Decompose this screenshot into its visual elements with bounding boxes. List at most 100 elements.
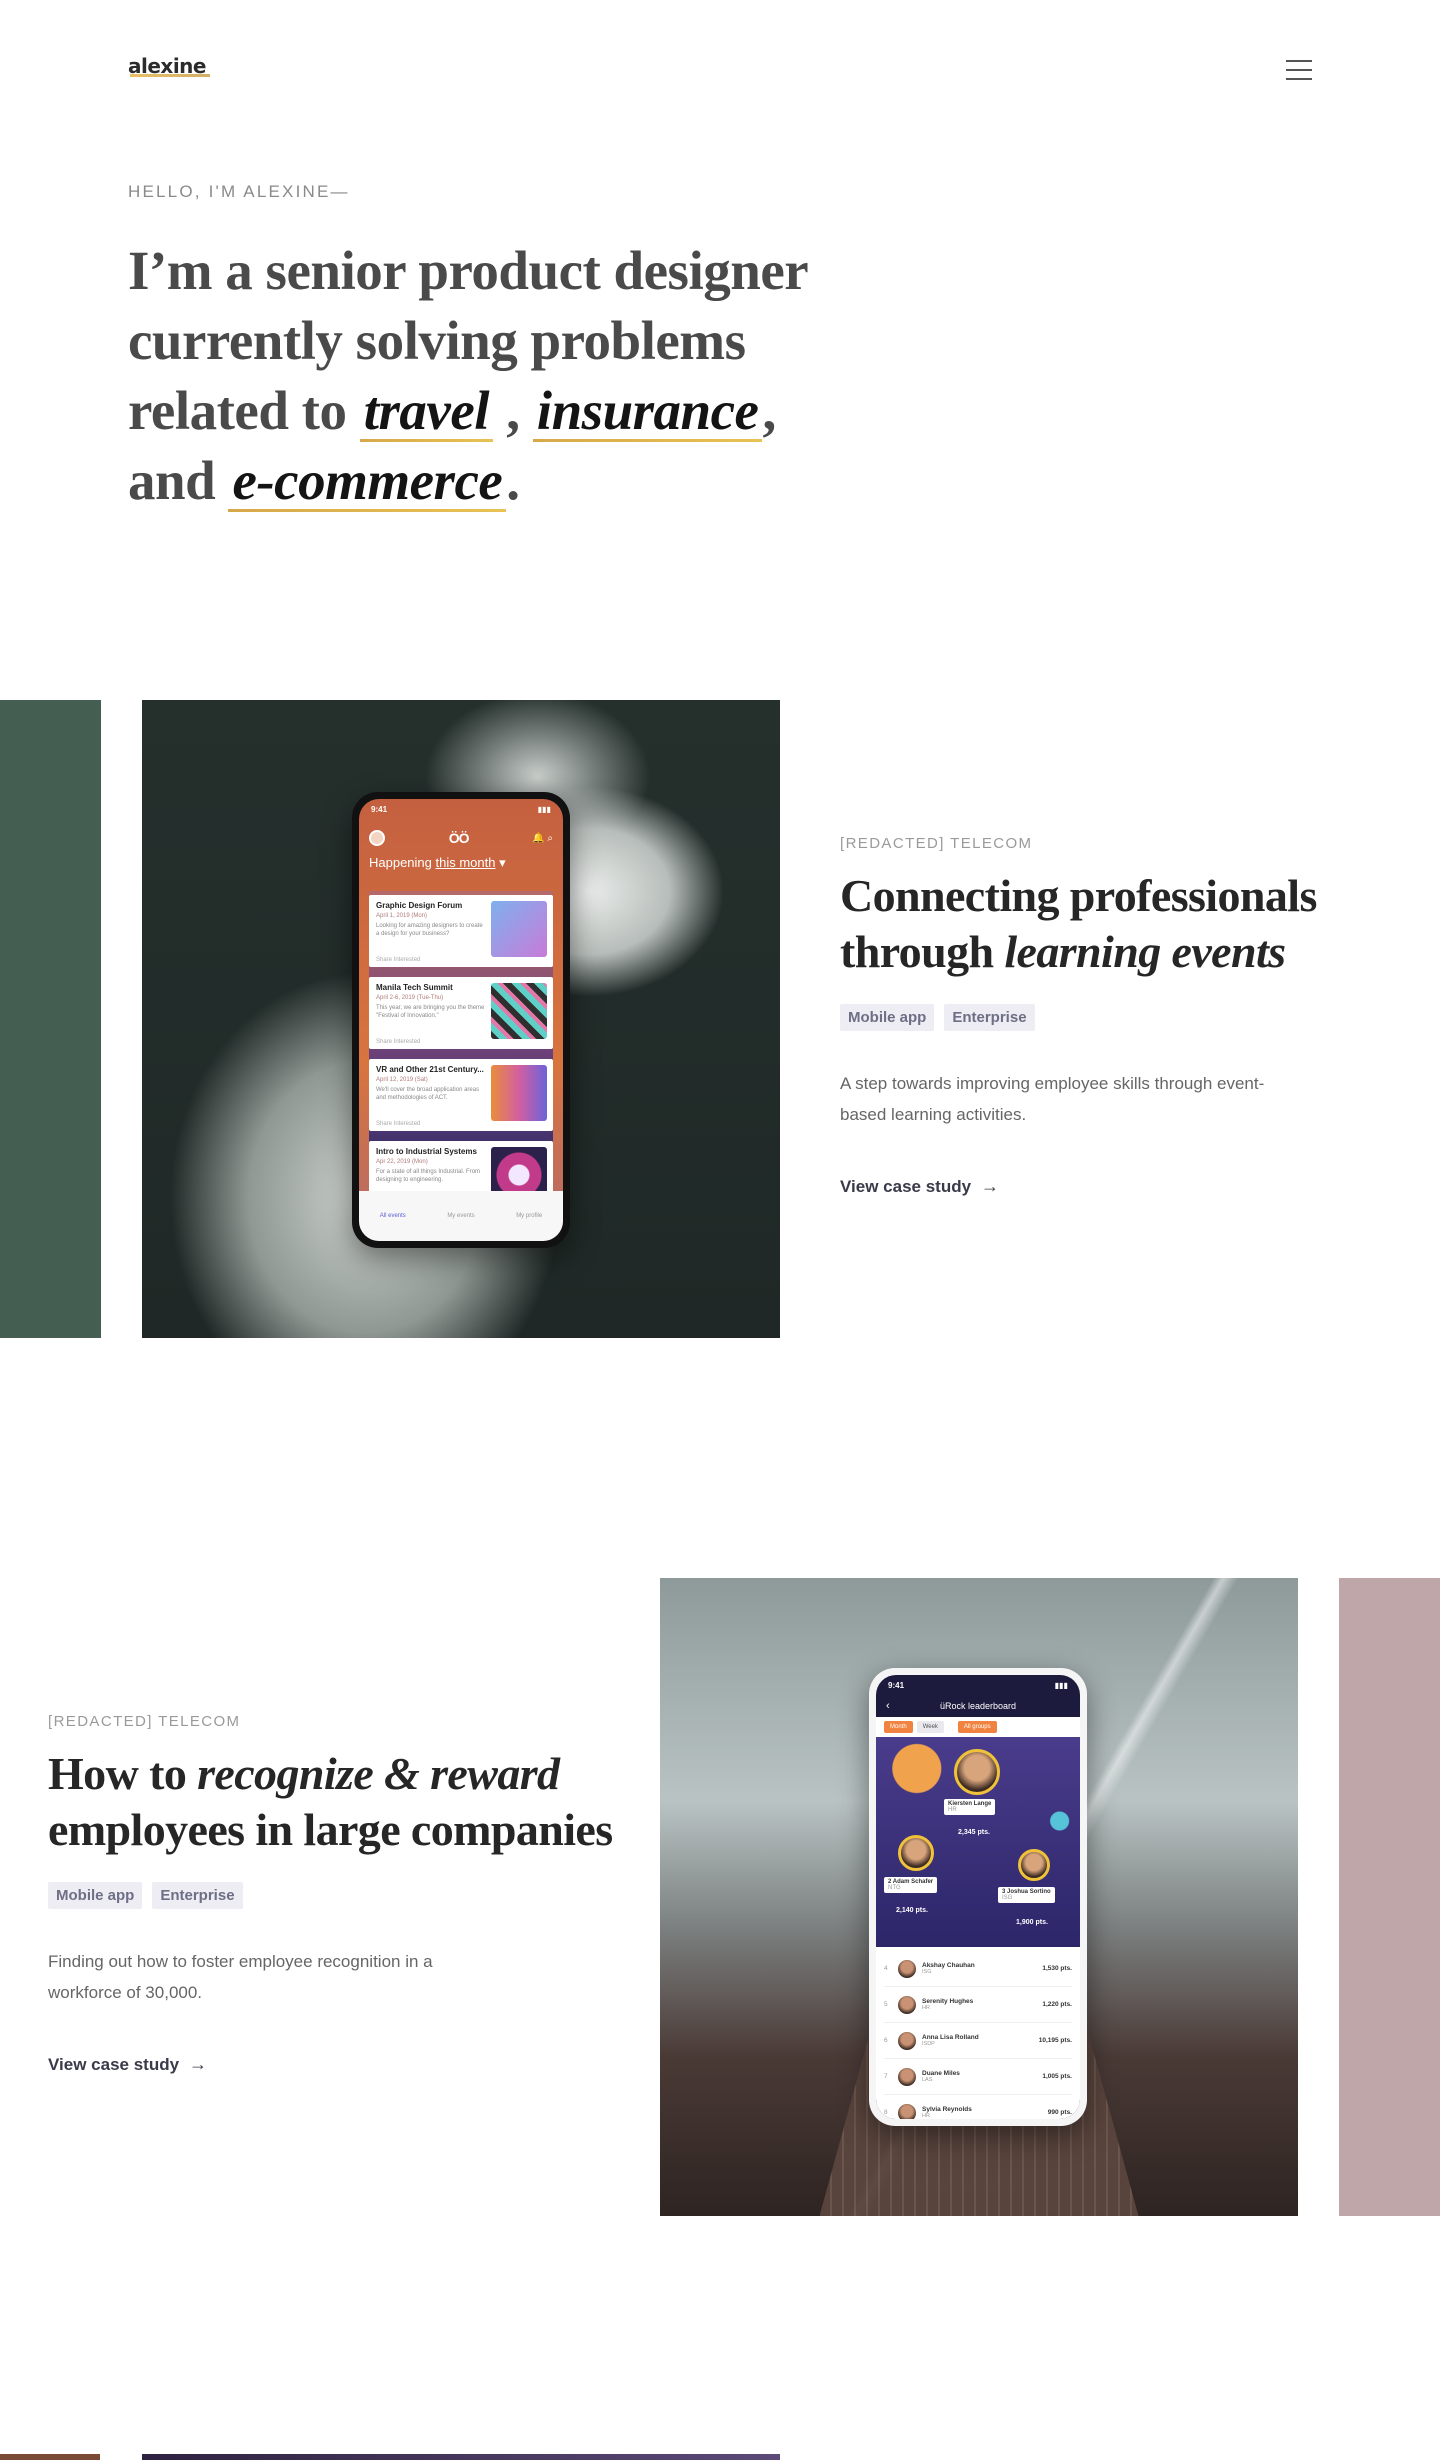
- event-card: Graphic Design Forum April 1, 2019 (Mon)…: [369, 895, 553, 967]
- hero-line-1: I’m a senior product designer: [128, 240, 809, 301]
- hero-period: .: [506, 450, 520, 511]
- case-2-view-case-study-link[interactable]: View case study →: [48, 2054, 207, 2075]
- avatar: [369, 830, 385, 846]
- row-group: LAS: [922, 2077, 933, 2083]
- title-line: through: [840, 926, 1005, 977]
- case-2-description: Finding out how to foster employee recog…: [48, 1946, 528, 2008]
- event-actions: Share Interested: [376, 957, 421, 963]
- hero-eyebrow: HELLO, I'M ALEXINE—: [128, 182, 350, 201]
- case-1-tags: Mobile app Enterprise: [840, 1004, 1035, 1031]
- hero-separator: ,: [762, 380, 776, 441]
- leaderboard-row: 6 Anna Lisa Rolland ISDP 10,195 pts.: [884, 2023, 1072, 2059]
- avatar: [898, 2067, 916, 2086]
- arrow-right-icon: →: [981, 1176, 1000, 1196]
- status-bar: 9:41 ▮▮▮: [359, 799, 563, 819]
- winner-avatar: [954, 1749, 1000, 1795]
- event-thumbnail: [491, 1065, 547, 1121]
- third-avatar: [1018, 1849, 1050, 1881]
- title-line: employees in large companies: [48, 1804, 613, 1855]
- filter-week: Week: [916, 1721, 944, 1733]
- keyword-e-commerce: e-commerce: [228, 446, 507, 516]
- tab-my-profile: My profile: [516, 1213, 543, 1219]
- tag-enterprise: Enterprise: [944, 1004, 1035, 1031]
- keyword-travel: travel: [359, 376, 494, 446]
- event-actions: Share Interested: [376, 1121, 421, 1127]
- tag-mobile-app: Mobile app: [840, 1004, 935, 1031]
- event-text: This year, we are bringing you the theme…: [376, 1005, 485, 1019]
- row-name-text: Anna Lisa Rolland: [922, 2034, 979, 2041]
- case-1-company: [REDACTED] TELECOM: [840, 835, 1033, 852]
- event-actions: Share Interested: [376, 1039, 421, 1045]
- case-3-side-panel: [0, 2454, 100, 2460]
- case-2-side-panel: [1339, 1578, 1440, 2216]
- second-avatar: [898, 1835, 934, 1871]
- leaderboard-header: ‹ üRock leaderboard: [876, 1695, 1080, 1717]
- leaderboard-title: üRock leaderboard: [939, 1701, 1017, 1711]
- row-group: HR: [922, 2113, 930, 2119]
- event-title: VR and Other 21st Century...: [376, 1065, 484, 1074]
- avatar: [898, 1995, 916, 2014]
- event-thumbnail: [491, 901, 547, 957]
- keyword-insurance: insurance: [532, 376, 763, 446]
- case-2-tags: Mobile app Enterprise: [48, 1882, 243, 1909]
- leaderboard-list: 4 Akshay Chauhan ISG 1,530 pts. 5 Serenity H…: [876, 1947, 1080, 2119]
- filter-month: Month: [884, 1721, 913, 1733]
- tab-my-events: My events: [447, 1213, 475, 1219]
- hamburger-menu-icon[interactable]: [1286, 60, 1312, 80]
- row-rank: 6: [884, 2037, 888, 2044]
- row-points: 1,220 pts.: [1042, 2001, 1072, 2008]
- title-emphasis: recognize & reward: [197, 1748, 560, 1799]
- tag-mobile-app: Mobile app: [48, 1882, 143, 1909]
- podium-first-points: 2,345 pts.: [958, 1829, 990, 1836]
- back-chevron-icon: ‹: [886, 1700, 890, 1712]
- row-points: 1,530 pts.: [1042, 1965, 1072, 1972]
- app-logo: ÖÖ: [448, 830, 470, 846]
- case-1-title: Connecting professionals through learnin…: [840, 868, 1400, 980]
- podium-second-points: 2,140 pts.: [896, 1907, 928, 1914]
- event-thumbnail: [491, 983, 547, 1039]
- case-2-company: [REDACTED] TELECOM: [48, 1713, 241, 1730]
- podium-name: Joshua Sortino: [1007, 1889, 1051, 1895]
- leaderboard-row: 7 Duane Miles LAS 1,005 pts.: [884, 2059, 1072, 2095]
- cta-label: View case study: [48, 2054, 180, 2074]
- event-title: Intro to Industrial Systems: [376, 1147, 477, 1156]
- row-group: ISDP: [922, 2041, 935, 2047]
- event-title: Manila Tech Summit: [376, 983, 453, 992]
- battery-icon: ▮▮▮: [537, 804, 551, 814]
- filter-all-groups: All groups: [957, 1721, 997, 1733]
- events-phone-mockup: 9:41 ▮▮▮ ÖÖ 🔔 ⌕ Happening this month ▾ Gr…: [352, 792, 570, 1248]
- case-2-title: How to recognize & reward employees in l…: [48, 1746, 648, 1858]
- site-header: alexine: [0, 0, 1440, 140]
- case-1-image[interactable]: 9:41 ▮▮▮ ÖÖ 🔔 ⌕ Happening this month ▾ Gr…: [142, 700, 780, 1338]
- row-name: Sylvia Reynolds HR: [922, 2106, 1048, 2119]
- hero-line-2: currently solving problems: [128, 310, 746, 371]
- arrow-right-icon: →: [189, 2054, 208, 2074]
- leaderboard-phone-mockup: 9:41 ▮▮▮ ‹ üRock leaderboard Month Week A…: [869, 1668, 1087, 2126]
- podium-third-points: 1,900 pts.: [1016, 1919, 1048, 1926]
- podium-second-name: 2 Adam Schafer NTG: [884, 1877, 938, 1893]
- events-screen: 9:41 ▮▮▮ ÖÖ 🔔 ⌕ Happening this month ▾ Gr…: [359, 799, 563, 1241]
- avatar: [898, 2103, 916, 2119]
- case-1-description: A step towards improving employee skills…: [840, 1074, 1265, 1124]
- status-bar: 9:41 ▮▮▮: [876, 1675, 1080, 1695]
- case-3-image[interactable]: [142, 2454, 780, 2460]
- event-card: VR and Other 21st Century... April 12, 2…: [369, 1059, 553, 1131]
- event-text: For a state of all things Industrial. Fr…: [376, 1169, 481, 1183]
- event-text: Looking for amazing designers to create …: [376, 923, 483, 937]
- case-2-image[interactable]: 9:41 ▮▮▮ ‹ üRock leaderboard Month Week A…: [660, 1578, 1298, 2216]
- status-time: 9:41: [888, 1680, 905, 1690]
- leaderboard-row: 4 Akshay Chauhan ISG 1,530 pts.: [884, 1951, 1072, 1987]
- row-name: Anna Lisa Rolland ISDP: [922, 2034, 1039, 2047]
- avatar: [898, 1959, 916, 1978]
- case-1-view-case-study-link[interactable]: View case study →: [840, 1176, 999, 1197]
- podium-first-name: Kiersten Lange HR: [944, 1799, 996, 1815]
- event-date: Apr 22, 2019 (Mon): [376, 1159, 428, 1165]
- row-name-text: Akshay Chauhan: [922, 1962, 975, 1969]
- row-name: Serenity Hughes HR: [922, 1998, 1042, 2011]
- tag-enterprise: Enterprise: [152, 1882, 243, 1909]
- bell-search-icons: 🔔 ⌕: [532, 832, 553, 844]
- month-filter: this month: [435, 855, 496, 870]
- case-1-side-panel: [0, 700, 101, 1338]
- event-list: Graphic Design Forum April 1, 2019 (Mon)…: [369, 891, 553, 1213]
- row-group: ISG: [922, 1969, 932, 1975]
